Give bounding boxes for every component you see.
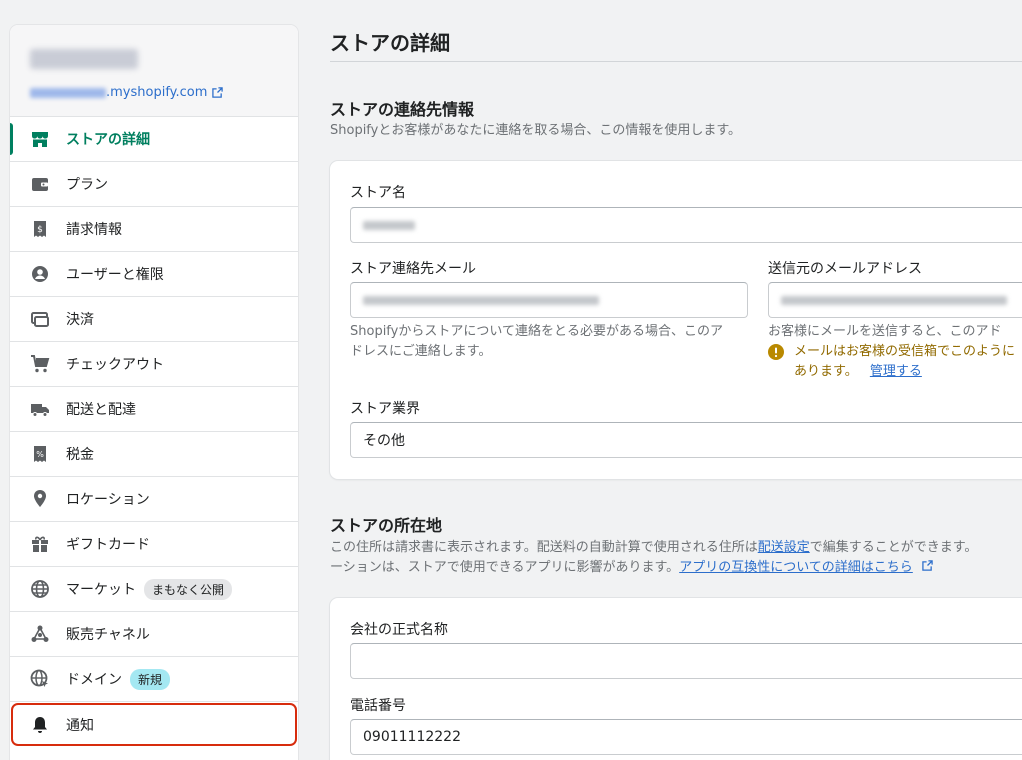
sidebar-item-notifications[interactable]: 通知 [10,702,298,747]
sidebar-item-gift-cards[interactable]: ギフトカード [10,522,298,567]
phone-input[interactable]: 09011112222 [350,719,1022,755]
sidebar-item-markets[interactable]: マーケット まもなく公開 [10,567,298,612]
svg-text:%: % [36,450,44,459]
store-name-input[interactable] [350,207,1022,243]
phone-label: 電話番号 [350,698,406,714]
sidebar-item-taxes[interactable]: % 税金 [10,432,298,477]
domain-globe-icon [30,669,50,689]
contact-section-description: Shopifyとお客様があなたに連絡を取る場合、この情報を使用します。 [330,123,742,138]
store-email-input[interactable] [350,282,748,318]
sender-email-warning: メールはお客様の受信箱でこのように あります。 管理する [768,342,1015,382]
sidebar-item-users[interactable]: ユーザーと権限 [10,252,298,297]
store-handle-redacted [30,87,106,98]
store-url-link[interactable]: .myshopify.com [30,85,278,100]
contact-card: ストア名 ストア連絡先メール Shopifyからストアについて連絡をとる必要があ… [330,161,1022,479]
sidebar-item-label: プラン [66,177,108,193]
truck-icon [30,399,50,419]
sidebar-item-sales-channels[interactable]: 販売チャネル [10,612,298,657]
store-industry-select[interactable]: その他 [350,422,1022,458]
sender-email-input[interactable] [768,282,1022,318]
sidebar-item-label: 請求情報 [66,222,122,238]
store-header: .myshopify.com [10,25,298,117]
sidebar-item-label: 通知 [66,717,94,734]
address-section-description-2: ーションは、ストアで使用できるアプリに影響があります。アプリの互換性についての詳… [330,558,933,578]
cart-icon [30,354,50,374]
sidebar-item-label: 税金 [66,447,94,463]
receipt-icon: $ [30,219,50,239]
sender-email-help: お客様にメールを送信すると、このアド [768,324,1002,339]
sidebar-item-label: 配送と配達 [66,402,136,418]
sidebar-item-label: ドメイン [66,672,122,688]
settings-sidebar: .myshopify.com ストアの詳細 プラン $ 請求情報 ユーザーと権限… [10,25,298,760]
channels-icon [30,624,50,644]
sidebar-item-label: 決済 [66,312,94,328]
company-name-input[interactable] [350,643,1022,679]
sidebar-item-label: ユーザーと権限 [66,267,164,283]
sidebar-item-label: マーケット [66,582,136,598]
page-title: ストアの詳細 [330,31,450,55]
location-pin-icon [30,489,50,509]
warning-icon [768,344,784,360]
payment-card-icon [30,309,50,329]
sidebar-item-label: ギフトカード [66,537,150,553]
company-name-label: 会社の正式名称 [350,622,448,638]
sidebar-item-label: ロケーション [66,492,150,508]
coming-soon-badge: まもなく公開 [144,578,233,600]
store-email-label: ストア連絡先メール [350,261,476,277]
sidebar-item-domains[interactable]: ドメイン 新規 [10,657,298,702]
store-url-suffix: .myshopify.com [106,85,208,100]
store-icon [30,129,50,149]
new-badge: 新規 [130,668,171,690]
address-section-title: ストアの所在地 [330,516,443,535]
sidebar-item-label: ストアの詳細 [66,132,150,148]
store-name-label: ストア名 [350,185,406,201]
store-email-value-redacted [363,295,599,305]
sidebar-item-payments[interactable]: 決済 [10,297,298,342]
store-industry-label: ストア業界 [350,401,420,417]
title-divider [330,61,1022,62]
tax-icon: % [30,444,50,464]
shipping-settings-link[interactable]: 配送設定 [758,540,810,555]
address-section-description: この住所は請求書に表示されます。配送料の自動計算で使用される住所は配送設定で編集… [330,540,978,555]
svg-text:$: $ [37,225,43,235]
settings-nav: ストアの詳細 プラン $ 請求情報 ユーザーと権限 決済 チェックアウト 配送と… [10,117,298,747]
store-name-value-redacted [363,220,415,230]
sidebar-item-label: 販売チャネル [66,627,150,643]
app-compatibility-link[interactable]: アプリの互換性についての詳細はこちら [679,560,913,575]
contact-section-title: ストアの連絡先情報 [330,100,475,119]
sidebar-item-store-details[interactable]: ストアの詳細 [10,117,298,162]
store-name-redacted [30,49,138,69]
sidebar-item-billing[interactable]: $ 請求情報 [10,207,298,252]
address-card: 会社の正式名称 電話番号 09011112222 [330,598,1022,760]
globe-icon [30,579,50,599]
sidebar-item-label: チェックアウト [66,357,164,373]
external-link-icon [922,560,933,571]
sidebar-item-shipping[interactable]: 配送と配達 [10,387,298,432]
gift-icon [30,534,50,554]
user-icon [30,264,50,284]
sidebar-item-plan[interactable]: プラン [10,162,298,207]
sidebar-item-checkout[interactable]: チェックアウト [10,342,298,387]
bell-icon [30,715,50,735]
sidebar-item-locations[interactable]: ロケーション [10,477,298,522]
manage-link[interactable]: 管理する [870,364,922,379]
external-link-icon [212,87,224,98]
sender-email-value-redacted [781,295,1007,305]
store-email-help: Shopifyからストアについて連絡をとる必要がある場合、このア ドレスにご連絡… [350,324,723,359]
wallet-icon [30,174,50,194]
sender-email-label: 送信元のメールアドレス [768,261,922,277]
